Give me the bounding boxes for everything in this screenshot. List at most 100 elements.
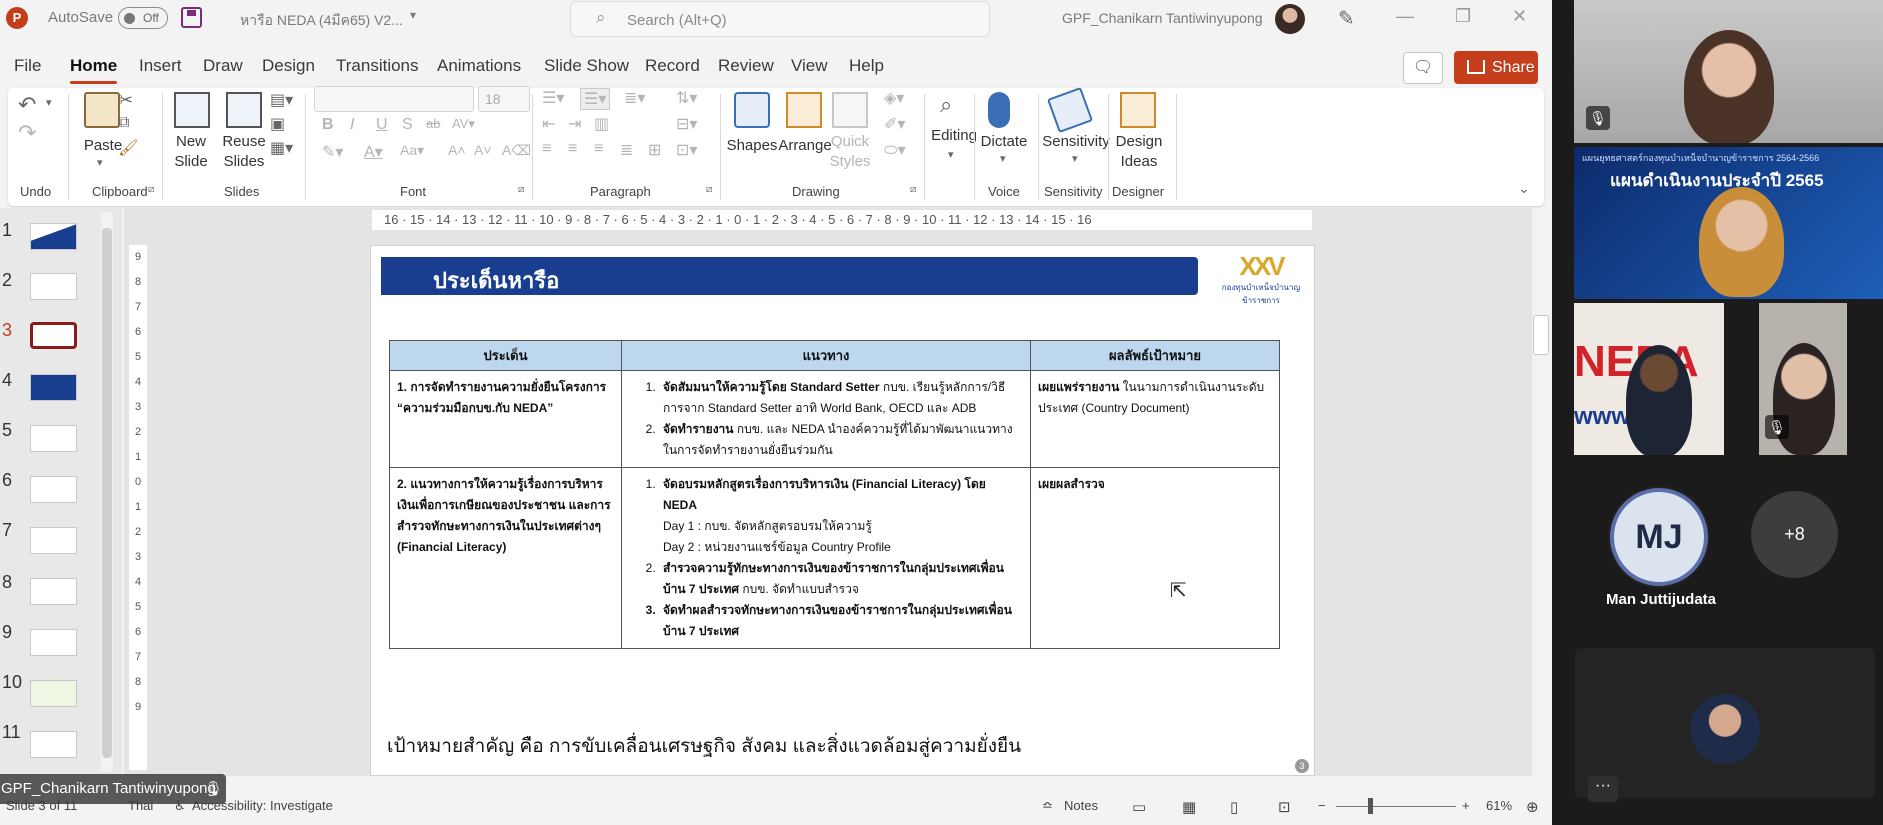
italic-icon[interactable]: I [350,116,354,134]
slide-thumbnail-9[interactable] [30,629,77,656]
dictate-button[interactable]: Dictate [974,132,1034,152]
zoom-level[interactable]: 61% [1486,798,1512,813]
sensitivity-button[interactable]: Sensitivity [1034,132,1118,152]
microphone-icon[interactable] [988,92,1010,128]
shape-effects-icon[interactable]: ⬭▾ [884,140,906,160]
sensitivity-icon[interactable] [1046,86,1094,134]
collapse-ribbon-icon[interactable]: ⌄ [1518,180,1530,197]
slideshow-icon[interactable]: ⊡ [1278,798,1291,816]
normal-view-icon[interactable]: ▭ [1132,798,1146,816]
underline-icon[interactable]: U [376,116,388,134]
video-tile-participant[interactable]: 🎙 [1759,303,1847,455]
font-color-icon[interactable]: A▾ [364,142,383,162]
slide-thumbnail-7[interactable] [30,527,77,554]
comments-button[interactable]: 🗨 [1403,52,1443,84]
paste-icon[interactable] [84,92,120,128]
menu-animations[interactable]: Animations [437,56,521,76]
slide-thumbnail-6[interactable] [30,476,77,503]
slide-footer-text[interactable]: เป้าหมายสำคัญ คือ การขับเคลื่อนเศรษฐกิจ … [387,731,1021,761]
menu-draw[interactable]: Draw [203,56,243,76]
autosave-toggle[interactable]: Off [118,7,168,29]
scrollbar-thumb[interactable] [1533,315,1549,355]
save-icon[interactable] [181,7,202,28]
shapes-icon[interactable] [734,92,770,128]
design-ideas-label-2[interactable]: Ideas [1108,152,1170,172]
align-left-icon[interactable]: ≡ [542,140,551,158]
bold-icon[interactable]: B [322,116,334,134]
align-text-icon[interactable]: ⊟▾ [676,114,697,134]
issues-table[interactable]: ประเด็น แนวทาง ผลลัพธ์เป้าหมาย 1. การจัด… [389,340,1280,649]
shapes-button[interactable]: Shapes [724,136,780,156]
shadow-icon[interactable]: S [402,116,413,134]
restore-icon[interactable]: ❐ [1455,6,1471,27]
chevron-down-icon[interactable]: ▾ [948,148,954,161]
video-tile-neda[interactable]: NEDA www [1574,303,1724,455]
menu-help[interactable]: Help [849,56,884,76]
align-center-icon[interactable]: ≡ [568,140,577,158]
slide-heading[interactable]: ประเด็นหารือ [433,263,559,298]
reset-icon[interactable]: ▣ [270,114,285,134]
text-direction-icon[interactable]: ⇅▾ [676,88,697,108]
decrease-indent-icon[interactable]: ⇤ [542,114,555,134]
menu-design[interactable]: Design [262,56,315,76]
chevron-down-icon[interactable]: ▾ [1000,152,1006,165]
menu-transitions[interactable]: Transitions [336,56,419,76]
shape-outline-icon[interactable]: ✐▾ [884,114,905,134]
cut-icon[interactable]: ✂ [118,90,133,111]
highlight-icon[interactable]: ✎▾ [322,142,343,162]
redo-icon[interactable]: ↷ [18,120,36,146]
design-ideas-label-1[interactable]: Design [1108,132,1170,152]
table-cell[interactable]: จัดสัมมนาให้ความรู้โดย Standard Setter ก… [621,370,1031,468]
menu-slide-show[interactable]: Slide Show [544,56,629,76]
notes-icon[interactable]: ≏ [1042,798,1053,814]
design-ideas-icon[interactable] [1120,92,1156,128]
scrollbar-thumb[interactable] [102,228,112,758]
arrange-icon[interactable] [786,92,822,128]
slide-thumbnail-11[interactable] [30,731,77,758]
align-right-icon[interactable]: ≡ [594,140,603,158]
distributed-icon[interactable]: ⊞ [648,140,661,160]
dialog-launcher-icon[interactable]: ⧄ [148,184,154,195]
smartart-icon[interactable]: ⊡▾ [676,140,697,160]
more-options-button[interactable]: ··· [1588,776,1618,802]
quick-styles-icon[interactable] [832,92,868,128]
minimize-icon[interactable]: — [1396,6,1414,27]
table-cell[interactable]: เผยผลสำรวจ [1030,467,1280,649]
zoom-slider-thumb[interactable] [1368,798,1373,814]
menu-home[interactable]: Home [70,56,118,84]
font-size-combo[interactable]: 18 [478,86,530,112]
new-slide-label-1[interactable]: New [166,132,216,152]
chevron-down-icon[interactable]: ▾ [410,8,416,22]
chevron-down-icon[interactable]: ▾ [1072,152,1078,165]
share-button[interactable]: Share [1454,51,1538,84]
avatar[interactable] [1275,4,1305,34]
slide-thumbnail-5[interactable] [30,425,77,452]
shape-fill-icon[interactable]: ◈▾ [884,88,904,108]
find-icon[interactable]: ⌕ [940,92,952,118]
menu-record[interactable]: Record [645,56,700,76]
line-spacing-icon[interactable]: ≣▾ [624,88,645,108]
editor-scrollbar[interactable] [1532,208,1550,776]
chevron-down-icon[interactable]: ▾ [97,156,103,169]
new-slide-icon[interactable] [174,92,210,128]
participant-avatar[interactable] [1690,694,1760,764]
reuse-slides-icon[interactable] [226,92,262,128]
account-name[interactable]: GPF_Chanikarn Tantiwinyupong [1062,10,1263,26]
close-icon[interactable]: ✕ [1512,6,1527,27]
quick-styles-label-1[interactable]: Quick [824,132,876,152]
columns-icon[interactable]: ▥ [594,114,609,134]
slide-thumbnail-4[interactable] [30,374,77,401]
reading-view-icon[interactable]: ▯ [1230,798,1238,816]
video-tile-presenter[interactable]: 🎙 [1574,0,1883,143]
clear-format-icon[interactable]: A⌫ [502,142,531,159]
quick-styles-label-2[interactable]: Styles [824,152,876,172]
table-cell[interactable]: จัดอบรมหลักสูตรเรื่องการบริหารเงิน (Fina… [621,467,1031,649]
decrease-font-icon[interactable]: A˅ [474,142,492,158]
slide-sorter-icon[interactable]: ▦ [1182,798,1196,816]
slide-thumbnail-3[interactable] [30,322,77,349]
chevron-down-icon[interactable]: ▾ [46,96,52,109]
menu-file[interactable]: File [14,56,41,76]
slide-thumbnail-8[interactable] [30,578,77,605]
participant-avatar[interactable]: MJ [1610,488,1708,586]
menu-review[interactable]: Review [718,56,774,76]
